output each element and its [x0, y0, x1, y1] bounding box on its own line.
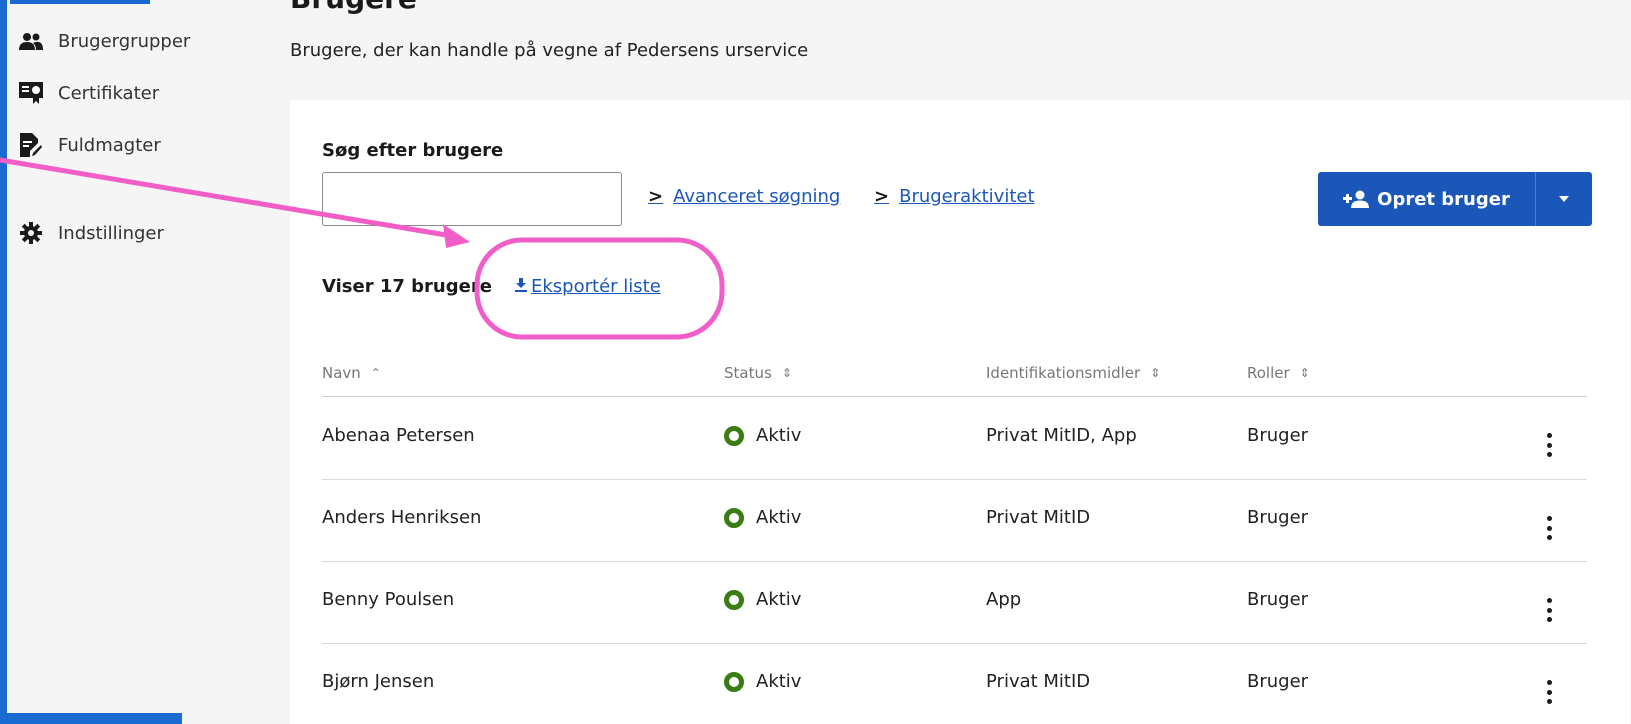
cell-name: Bjørn Jensen [322, 671, 435, 692]
sidebar-item-certifikater[interactable]: Certifikater [18, 82, 159, 104]
cell-name: Anders Henriksen [322, 507, 482, 528]
signed-document-icon [18, 133, 44, 157]
cell-role: Bruger [1247, 671, 1309, 692]
window-frame-bottom [0, 713, 182, 724]
row-actions-kebab-icon[interactable] [1545, 516, 1553, 540]
row-actions-kebab-icon[interactable] [1545, 680, 1553, 704]
sort-icon: ⇕ [781, 366, 792, 380]
users-icon [18, 30, 44, 52]
status-badge: Aktiv [724, 671, 801, 692]
status-active-icon [724, 589, 744, 610]
row-actions-kebab-icon[interactable] [1545, 598, 1553, 622]
create-user-button-group: Opret bruger [1318, 172, 1592, 226]
page-title: Brugere [290, 0, 417, 15]
status-active-icon [724, 507, 744, 528]
cell-ids: Privat MitID [986, 671, 1091, 692]
status-badge: Aktiv [724, 425, 801, 446]
export-list-link[interactable]: Eksportér liste [515, 276, 661, 297]
advanced-search-link[interactable]: > Avanceret søgning [648, 186, 840, 207]
sort-icon: ⇕ [1299, 366, 1310, 380]
cell-role: Bruger [1247, 507, 1309, 528]
user-activity-link[interactable]: > Brugeraktivitet [874, 186, 1035, 207]
sidebar-item-label: Certifikater [58, 82, 160, 104]
row-divider [322, 479, 1587, 480]
window-frame-left [0, 0, 7, 724]
row-divider [322, 561, 1587, 562]
gear-icon [18, 222, 44, 244]
caret-down-icon [1559, 196, 1569, 202]
user-count: Viser 17 brugere [322, 276, 492, 297]
cell-name: Abenaa Petersen [322, 425, 475, 446]
add-user-icon [1343, 190, 1370, 208]
table-header-divider [322, 396, 1587, 397]
status-badge: Aktiv [724, 589, 801, 610]
sidebar-item-indstillinger[interactable]: Indstillinger [18, 222, 164, 244]
search-input[interactable] [322, 172, 622, 226]
active-nav-indicator [10, 0, 150, 4]
cell-ids: App [986, 589, 1022, 610]
sidebar-item-fuldmagter[interactable]: Fuldmagter [18, 133, 161, 157]
cell-ids: Privat MitID [986, 507, 1091, 528]
search-label: Søg efter brugere [322, 140, 504, 161]
sidebar-item-label: Brugergrupper [58, 30, 191, 52]
cell-name: Benny Poulsen [322, 589, 455, 610]
create-user-button[interactable]: Opret bruger [1318, 172, 1536, 226]
column-header-navn[interactable]: Navn ⌃ [322, 364, 381, 382]
row-divider [322, 643, 1587, 644]
cell-ids: Privat MitID, App [986, 425, 1137, 446]
sidebar-item-brugergrupper[interactable]: Brugergrupper [18, 30, 190, 52]
row-actions-kebab-icon[interactable] [1545, 433, 1553, 457]
cell-role: Bruger [1247, 589, 1309, 610]
status-active-icon [724, 671, 744, 692]
column-header-roller[interactable]: Roller ⇕ [1247, 364, 1310, 382]
create-user-dropdown-button[interactable] [1536, 172, 1592, 226]
sort-ascending-icon: ⌃ [370, 366, 381, 380]
chevron-right-icon: > [648, 186, 664, 207]
certificate-icon [18, 82, 44, 104]
download-icon [515, 277, 527, 296]
sidebar-item-label: Indstillinger [58, 222, 164, 244]
sort-icon: ⇕ [1150, 366, 1161, 380]
chevron-right-icon: > [874, 186, 890, 207]
column-header-identifikationsmidler[interactable]: Identifikationsmidler ⇕ [986, 364, 1160, 382]
column-header-status[interactable]: Status ⇕ [724, 364, 792, 382]
page-subtitle: Brugere, der kan handle på vegne af Pede… [290, 40, 809, 61]
status-badge: Aktiv [724, 507, 801, 528]
status-active-icon [724, 425, 744, 446]
sidebar-item-label: Fuldmagter [58, 134, 161, 156]
cell-role: Bruger [1247, 425, 1309, 446]
